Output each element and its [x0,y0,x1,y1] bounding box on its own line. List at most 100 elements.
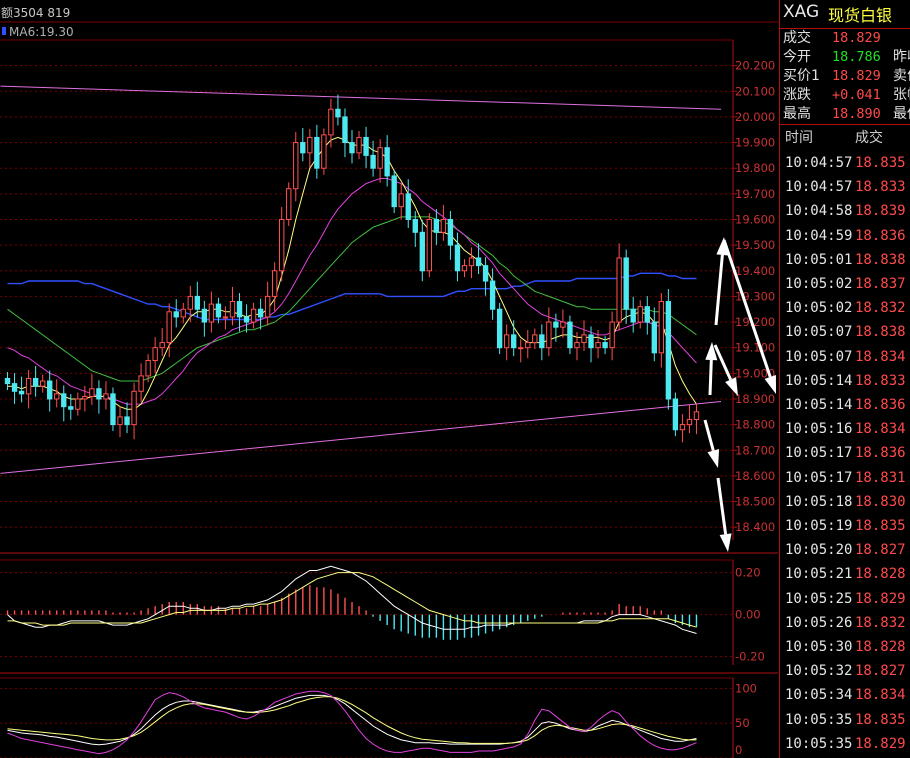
candle-body [314,136,320,169]
candle-body [567,321,573,349]
ma-readout: MA6:19.30 [9,25,74,39]
tick-time: 10:05:07 [785,348,853,365]
price-tick-label: 19.800 [735,161,775,175]
candle-body [293,142,299,190]
candle-body [553,321,559,328]
tick-price: 18.835 [855,711,906,728]
quote-label: 买价1 [783,68,820,84]
quote-value: 18.786 [832,49,881,65]
candle-body [679,424,686,431]
tick-price: 18.830 [855,493,906,510]
candle-body [194,295,201,310]
candle-body [187,295,193,310]
candle-body [152,347,158,362]
tick-time: 10:05:35 [785,735,853,752]
candle-body [391,175,397,208]
candle-body [356,136,362,154]
tick-time: 10:05:34 [785,687,853,704]
tick-row: 10:05:26 18.832 [780,611,910,635]
candle-body [644,306,650,323]
tick-row: 10:05:20 18.827 [780,538,910,562]
tick-row: 10:05:16 18.834 [780,417,910,441]
candle-body [468,257,475,267]
candle-body [581,334,587,344]
candle-body [279,218,285,272]
ticks-header: 时间 成交 [780,125,910,147]
price-chart-area[interactable]: 额3504 819 MA6:19.30 20.200 20.100 20.000 19… [0,0,778,758]
tick-price: 18.828 [855,566,906,583]
price-tick-label: 19.600 [735,212,775,226]
quote-value: +0.041 [832,87,881,103]
candle-body [412,218,418,233]
candle-body [145,360,151,377]
tick-row: 10:05:30 18.828 [780,635,910,659]
tick-row: 10:05:19 18.835 [780,514,910,538]
candle-body [658,301,665,354]
candle-body [630,308,636,323]
tick-price: 18.836 [855,227,906,244]
tick-price: 18.827 [855,542,906,559]
candle-body [693,411,700,420]
quote-value: 18.829 [832,30,881,46]
candle-body [518,347,524,350]
tick-price: 18.834 [855,687,906,704]
price-tick-label: 19.700 [735,187,775,201]
candle-body [342,116,348,144]
price-tick-label: 18.800 [735,418,775,432]
tick-price: 18.836 [855,397,906,413]
candle-body [286,188,292,220]
candle-body [595,342,601,349]
candle-body [271,270,278,297]
price-tick-label: 18.600 [735,469,775,483]
candle-body [131,390,137,426]
candle-body [103,393,109,400]
candle-body [475,257,482,267]
candle-body [588,334,594,349]
price-tick-label: 19.900 [735,136,775,150]
tick-price: 18.836 [855,445,906,462]
candle-body [609,321,615,349]
tick-price: 18.833 [855,179,906,196]
candle-body [4,377,11,385]
tick-row: 10:05:14 18.833 [780,369,910,393]
tick-price: 18.834 [855,348,906,365]
tick-time: 10:04:58 [785,203,853,220]
candle-body [215,303,222,318]
symbol-code: XAG [783,2,820,22]
tick-time: 10:05:19 [785,518,853,534]
candle-body [11,383,18,392]
tick-row: 10:05:07 18.834 [780,345,910,369]
candle-body [433,218,440,233]
candle-body [243,316,250,323]
price-tick-label: 20.000 [735,110,775,124]
tick-price: 18.832 [855,300,906,317]
candle-body [623,257,629,310]
arrow-shaft [708,359,713,396]
tick-row: 10:05:34 18.834 [780,683,910,707]
tick-row: 10:04:58 18.839 [780,199,910,223]
candle-body [236,301,243,318]
price-tick-label: 18.500 [735,495,775,509]
tick-price: 18.835 [855,155,906,171]
candle-body [32,377,39,387]
candle-body [686,418,693,426]
ma-legend-swatch [2,27,6,35]
kdj-tick-label: 100 [735,681,757,695]
tick-time: 10:05:20 [785,542,853,559]
candle-body [307,136,313,154]
candle-body [398,193,404,208]
price-tick-label: 19.200 [735,315,775,329]
candle-body [68,406,74,410]
tick-time: 10:05:32 [785,663,853,680]
price-tick-label: 18.400 [735,520,775,534]
tick-time: 10:05:07 [785,324,853,341]
candle-body [335,108,341,118]
tick-row: 10:05:25 18.829 [780,587,910,611]
price-tick-label: 20.100 [735,84,775,98]
candle-body [405,193,411,220]
candle-body [496,308,503,349]
candle-body [328,108,334,136]
tick-time: 10:05:16 [785,421,853,438]
quote-label: 成交 [783,30,811,46]
candle-body [39,380,46,387]
